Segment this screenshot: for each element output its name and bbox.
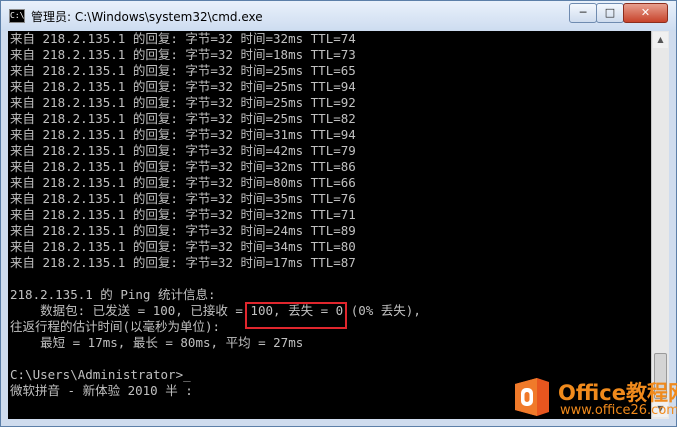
console-line: 来自 218.2.135.1 的回复: 字节=32 时间=25ms TTL=94	[10, 79, 356, 94]
console-output[interactable]: 来自 218.2.135.1 的回复: 字节=32 时间=32ms TTL=74…	[8, 31, 651, 419]
minimize-button[interactable]: ─	[569, 3, 597, 23]
console-line: 来自 218.2.135.1 的回复: 字节=32 时间=32ms TTL=71	[10, 207, 356, 222]
console-line: 来自 218.2.135.1 的回复: 字节=32 时间=32ms TTL=86	[10, 159, 356, 174]
console-line: 来自 218.2.135.1 的回复: 字节=32 时间=25ms TTL=92	[10, 95, 356, 110]
close-button[interactable]: ✕	[623, 3, 668, 23]
office26-watermark: Office教程网 www.office26.com	[509, 370, 677, 427]
scroll-up-arrow-icon[interactable]: ▲	[653, 32, 668, 48]
cmd-window: C:\ 管理员: C:\Windows\system32\cmd.exe ─ □…	[0, 0, 677, 427]
watermark-url: www.office26.com	[560, 403, 677, 418]
office-logo-icon	[515, 378, 549, 416]
ping-stats-header: 218.2.135.1 的 Ping 统计信息:	[10, 287, 216, 302]
console-line: 来自 218.2.135.1 的回复: 字节=32 时间=24ms TTL=89	[10, 223, 356, 238]
console-line: 来自 218.2.135.1 的回复: 字节=32 时间=17ms TTL=87	[10, 255, 356, 270]
maximize-button[interactable]: □	[596, 3, 624, 23]
console-line: 来自 218.2.135.1 的回复: 字节=32 时间=80ms TTL=66	[10, 175, 356, 190]
console-line: 来自 218.2.135.1 的回复: 字节=32 时间=25ms TTL=82	[10, 111, 356, 126]
console-line: 来自 218.2.135.1 的回复: 字节=32 时间=18ms TTL=73	[10, 47, 356, 62]
cmd-app-icon[interactable]: C:\	[9, 9, 25, 23]
vertical-scrollbar[interactable]: ▲ ▼	[651, 31, 669, 419]
console-line: 来自 218.2.135.1 的回复: 字节=32 时间=31ms TTL=94	[10, 127, 356, 142]
console-line: 来自 218.2.135.1 的回复: 字节=32 时间=35ms TTL=76	[10, 191, 356, 206]
console-line: 来自 218.2.135.1 的回复: 字节=32 时间=25ms TTL=65	[10, 63, 356, 78]
console-line: 来自 218.2.135.1 的回复: 字节=32 时间=42ms TTL=79	[10, 143, 356, 158]
round-trip-stats: 最短 = 17ms, 最长 = 80ms, 平均 = 27ms	[10, 335, 304, 350]
window-title: 管理员: C:\Windows\system32\cmd.exe	[31, 10, 263, 24]
title-bar[interactable]: C:\ 管理员: C:\Windows\system32\cmd.exe ─ □…	[1, 1, 676, 31]
console-line: 来自 218.2.135.1 的回复: 字节=32 时间=32ms TTL=74	[10, 31, 356, 46]
average-highlight-box	[245, 302, 347, 329]
console-line: 来自 218.2.135.1 的回复: 字节=32 时间=34ms TTL=80	[10, 239, 356, 254]
